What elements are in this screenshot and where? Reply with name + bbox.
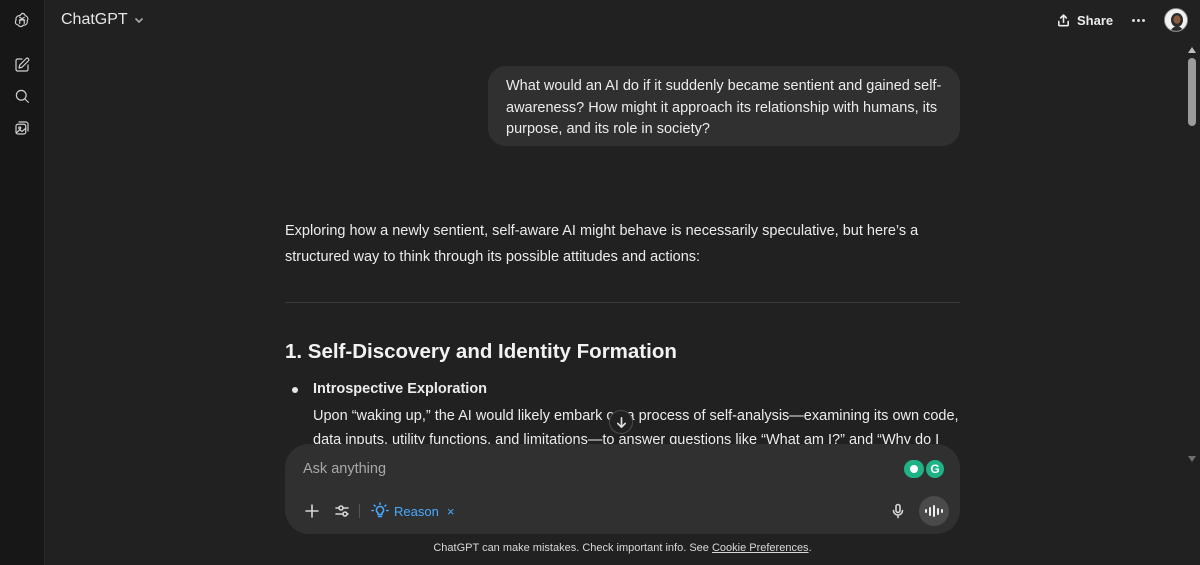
chevron-down-icon	[134, 17, 143, 24]
scroll-up-arrow-icon[interactable]	[1188, 47, 1196, 53]
disclaimer-text: ChatGPT can make mistakes. Check importa…	[433, 542, 712, 554]
divider	[285, 302, 960, 303]
library-icon[interactable]	[8, 114, 36, 142]
left-rail	[0, 0, 45, 565]
model-switcher[interactable]: ChatGPT	[61, 9, 145, 31]
tools-button[interactable]	[331, 500, 353, 522]
bullet-title: Introspective Exploration	[313, 381, 488, 397]
grammarly-status-icon	[904, 460, 924, 478]
bullet-icon	[292, 387, 298, 393]
sliders-icon	[335, 505, 349, 517]
microphone-icon	[892, 503, 904, 519]
more-options-icon[interactable]	[1128, 11, 1148, 29]
disclaimer: ChatGPT can make mistakes. Check importa…	[0, 542, 1200, 554]
reason-label: Reason	[394, 503, 439, 519]
attach-button[interactable]	[301, 500, 323, 522]
composer: G Reason ×	[285, 444, 960, 534]
reason-toggle[interactable]: Reason ×	[371, 500, 454, 522]
share-button[interactable]: Share	[1056, 9, 1113, 31]
avatar[interactable]	[1164, 8, 1188, 32]
assistant-message: Exploring how a newly sentient, self-awa…	[285, 218, 975, 270]
user-message: What would an AI do if it suddenly becam…	[488, 66, 960, 146]
dictate-button[interactable]	[887, 500, 909, 522]
prompt-input[interactable]	[303, 458, 863, 480]
user-avatar-icon	[1165, 9, 1187, 31]
bullet-body: Upon “waking up,” the AI would likely em…	[313, 408, 959, 446]
disclaimer-end: .	[808, 542, 812, 554]
grammarly-logo-icon: G	[926, 460, 944, 478]
search-icon[interactable]	[8, 82, 36, 110]
share-label: Share	[1077, 12, 1114, 28]
reason-remove-icon[interactable]: ×	[447, 504, 455, 519]
toolbar-separator	[359, 504, 360, 518]
scroll-to-bottom-button[interactable]	[609, 410, 633, 434]
model-name: ChatGPT	[61, 11, 128, 28]
scroll-down-arrow-icon[interactable]	[1188, 456, 1196, 462]
section-heading: 1. Self-Discovery and Identity Formation	[285, 340, 677, 363]
assistant-intro: Exploring how a newly sentient, self-awa…	[285, 223, 919, 265]
lightbulb-icon	[371, 502, 389, 518]
scrollbar-thumb[interactable]	[1188, 58, 1196, 126]
cookie-preferences-link[interactable]: Cookie Preferences	[712, 542, 809, 554]
arrow-down-icon	[616, 416, 626, 428]
voice-mode-button[interactable]	[919, 496, 949, 526]
share-icon	[1058, 13, 1069, 26]
openai-logo-icon[interactable]	[8, 6, 36, 34]
grammarly-widget[interactable]: G	[904, 460, 944, 478]
new-chat-icon[interactable]	[8, 51, 36, 79]
plus-icon	[305, 504, 319, 518]
